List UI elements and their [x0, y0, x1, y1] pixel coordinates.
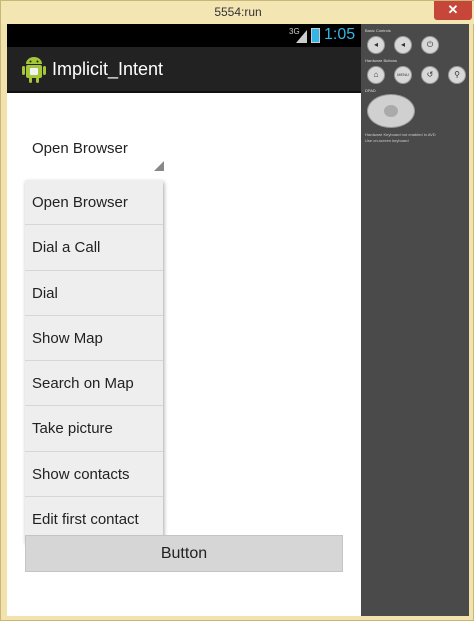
- dropdown-item[interactable]: Show Map: [25, 316, 163, 361]
- dropdown-item[interactable]: Dial a Call: [25, 225, 163, 271]
- status-bar: 3G 1:05: [7, 24, 361, 47]
- keyboard-note-secondary: Use on-screen keyboard: [365, 138, 409, 143]
- dropdown-item[interactable]: Open Browser: [25, 180, 163, 226]
- keyboard-note: Hardware Keyboard not enabled in AVD: [365, 132, 436, 137]
- dpad-center-button[interactable]: [384, 105, 398, 117]
- spinner-arrow-icon: [154, 161, 164, 171]
- action-bar: Implicit_Intent: [7, 47, 361, 93]
- main-button[interactable]: Button: [25, 535, 343, 572]
- dropdown-item[interactable]: Dial: [25, 271, 163, 316]
- spinner-selected-value: Open Browser: [32, 140, 128, 157]
- emulator-controls-panel: Basic Controls ◂ ◂ ⏻ Hardware Buttons ⌂ …: [361, 24, 469, 616]
- menu-button[interactable]: MENU: [394, 66, 412, 84]
- emulator-body: 3G 1:05 Implicit_Intent Open Browser Ope…: [7, 24, 469, 616]
- status-time: 1:05: [324, 26, 356, 43]
- app-title: Implicit_Intent: [52, 59, 164, 79]
- device-screen: 3G 1:05 Implicit_Intent Open Browser Ope…: [7, 24, 361, 616]
- dropdown-item[interactable]: Show contacts: [25, 452, 163, 497]
- dropdown-item[interactable]: Take picture: [25, 406, 163, 452]
- back-icon[interactable]: ↺: [421, 66, 439, 84]
- dpad-control[interactable]: [367, 94, 415, 128]
- emulator-window: 5554:run ✕ 3G 1:05 Implicit_Intent Open …: [0, 0, 474, 621]
- android-app-icon: [22, 57, 46, 83]
- power-icon[interactable]: ⏻: [421, 36, 439, 54]
- dropdown-item[interactable]: Search on Map: [25, 361, 163, 407]
- home-icon[interactable]: ⌂: [367, 66, 385, 84]
- activity-content: Open Browser Open Browser Dial a Call Di…: [7, 93, 361, 616]
- search-icon[interactable]: ⚲: [448, 66, 466, 84]
- close-button[interactable]: ✕: [434, 1, 472, 20]
- signal-icon: [296, 30, 307, 43]
- basic-controls-heading: Basic Controls: [365, 28, 391, 33]
- volume-up-icon[interactable]: ◂: [394, 36, 412, 54]
- spinner-dropdown-list: Open Browser Dial a Call Dial Show Map S…: [25, 180, 163, 542]
- close-icon: ✕: [447, 2, 459, 17]
- battery-icon: [311, 28, 320, 43]
- dpad-heading: DPAD: [365, 88, 376, 93]
- intent-spinner[interactable]: Open Browser: [24, 131, 164, 171]
- window-titlebar: 5554:run ✕: [1, 1, 474, 24]
- hardware-buttons-heading: Hardware Buttons: [365, 58, 398, 63]
- volume-down-icon[interactable]: ◂: [367, 36, 385, 54]
- window-title: 5554:run: [214, 5, 262, 19]
